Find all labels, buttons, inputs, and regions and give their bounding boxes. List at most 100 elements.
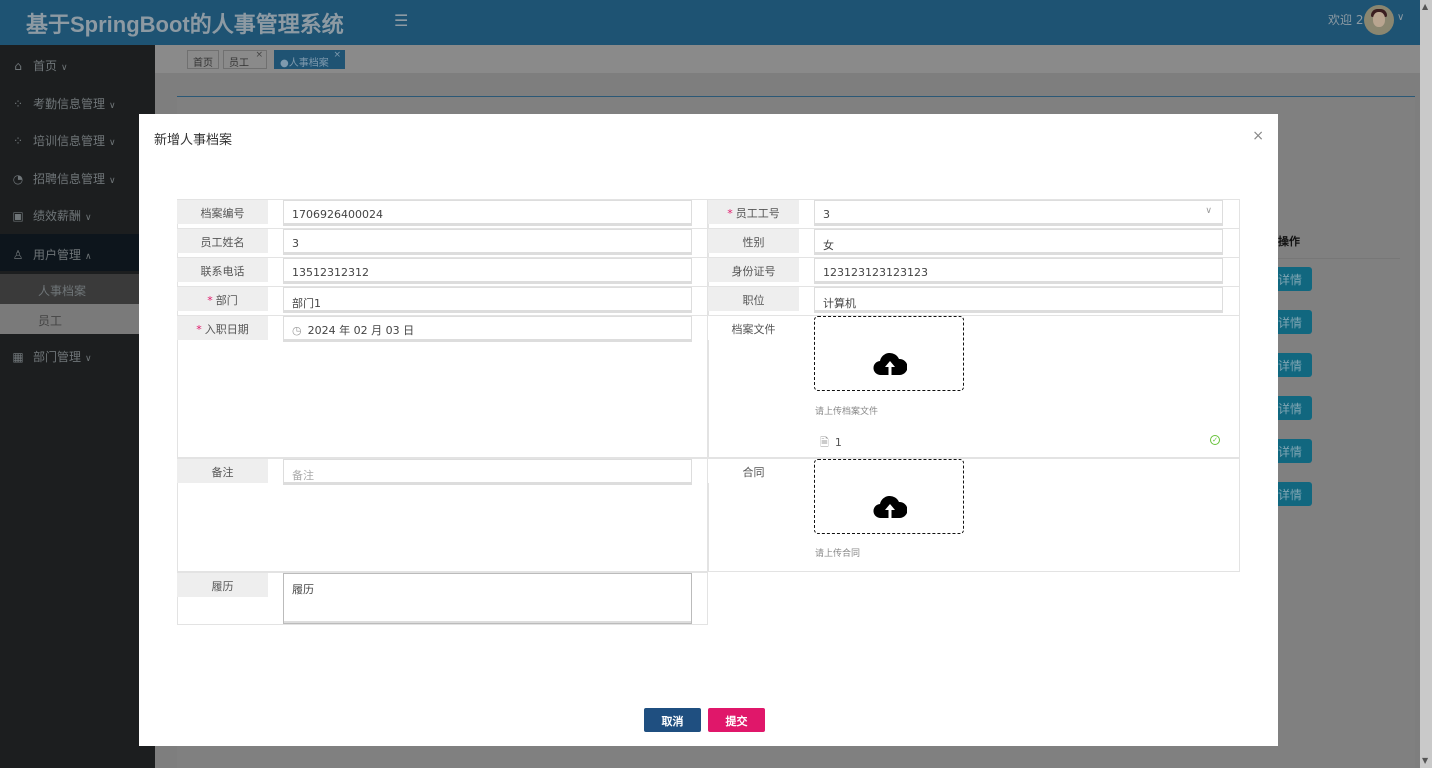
label-archive-file: 档案文件	[708, 316, 799, 340]
success-check-icon: ✓	[1210, 435, 1220, 445]
chevron-down-icon: ∨	[109, 176, 116, 186]
avatar[interactable]	[1364, 5, 1394, 35]
top-header: 基于SpringBoot的人事管理系统 ☰ 欢迎 2 ∨	[0, 0, 1420, 45]
sidebar-item-attendance[interactable]: ⁘ 考勤信息管理 ∨	[0, 83, 155, 120]
archive-file-upload[interactable]	[814, 316, 964, 391]
detail-button[interactable]: 详情	[1272, 310, 1312, 334]
chevron-down-icon: ∨	[85, 213, 92, 223]
label-department: * 部门	[177, 287, 268, 311]
sidebar-subitem-employee[interactable]: 员工	[0, 304, 155, 334]
uploaded-file-item[interactable]: 🗎 1	[820, 434, 842, 453]
label-gender: 性别	[708, 229, 799, 253]
department-input[interactable]: 部门1	[283, 287, 692, 313]
tab-archive[interactable]: ●人事档案 ×	[274, 50, 345, 69]
menu-label: 考勤信息管理	[33, 97, 106, 111]
label-remark: 备注	[177, 459, 268, 483]
detail-button[interactable]: 详情	[1272, 482, 1312, 506]
welcome-text: 欢迎 2	[1328, 13, 1364, 27]
menu-toggle-icon[interactable]: ☰	[394, 11, 408, 30]
detail-button[interactable]: 详情	[1272, 353, 1312, 377]
menu-label: 部门管理	[33, 350, 82, 364]
grid-icon: ⁘	[12, 134, 24, 148]
label-position: 职位	[708, 287, 799, 311]
sidebar-item-performance[interactable]: ▣ 绩效薪酬 ∨	[0, 195, 155, 232]
chevron-down-icon: ∨	[61, 63, 68, 73]
archive-no-input[interactable]: 1706926400024	[283, 200, 692, 226]
position-input[interactable]: 计算机	[814, 287, 1223, 313]
label-phone: 联系电话	[177, 258, 268, 282]
menu-label: 绩效薪酬	[33, 209, 82, 223]
date-value: 2024 年 02 月 03 日	[307, 324, 415, 337]
employee-no-select[interactable]: 3 ∨	[814, 200, 1223, 226]
sidebar-item-user-management[interactable]: ♙ 用户管理 ∧	[0, 234, 155, 271]
app-title: 基于SpringBoot的人事管理系统	[26, 12, 344, 37]
column-header-operation: 操作	[1278, 235, 1300, 248]
menu-label: 首页	[33, 59, 58, 73]
close-icon[interactable]: ×	[1252, 128, 1264, 144]
apps-icon: ▦	[12, 350, 24, 364]
detail-button[interactable]: 详情	[1272, 267, 1312, 291]
chevron-down-icon: ∨	[109, 101, 116, 111]
gender-input[interactable]: 女	[814, 229, 1223, 255]
label-employee-no: * 员工工号	[708, 200, 799, 224]
close-icon[interactable]: ×	[333, 50, 341, 60]
cancel-button[interactable]: 取消	[644, 708, 701, 732]
tab-label: 员工	[229, 58, 249, 69]
tab-label: ●人事档案	[280, 58, 329, 69]
scroll-up-arrow-icon[interactable]: ▲	[1422, 2, 1428, 11]
label-id-card: 身份证号	[708, 258, 799, 282]
label-archive-no: 档案编号	[177, 200, 268, 224]
row-divider	[1278, 258, 1400, 259]
scrollbar[interactable]	[1420, 0, 1432, 768]
dashboard-icon: ◔	[12, 172, 24, 186]
sidebar-item-home[interactable]: ⌂ 首页 ∨	[0, 45, 155, 82]
sidebar-subitem-archive[interactable]: 人事档案	[0, 274, 155, 304]
sidebar-item-department[interactable]: ▦ 部门管理 ∨	[0, 336, 155, 373]
grid-icon: ⁘	[12, 97, 24, 111]
chevron-up-icon: ∧	[85, 252, 92, 262]
submit-button[interactable]: 提交	[708, 708, 765, 732]
archive-file-hint: 请上传档案文件	[815, 407, 879, 417]
contract-hint: 请上传合同	[815, 549, 861, 559]
chevron-down-icon[interactable]: ∨	[1397, 12, 1404, 23]
label-contract: 合同	[708, 459, 799, 483]
label-text: 部门	[215, 294, 238, 307]
tab-bar: 首页 员工 × ●人事档案 ×	[155, 45, 1420, 73]
select-value: 3	[823, 208, 830, 221]
sidebar: ⌂ 首页 ∨ ⁘ 考勤信息管理 ∨ ⁘ 培训信息管理 ∨ ◔ 招聘信息管理 ∨ ▣ 绩效薪酬 ∨ ♙…	[0, 45, 155, 768]
home-icon: ⌂	[14, 59, 22, 73]
detail-button[interactable]: 详情	[1272, 439, 1312, 463]
badge-icon: ▣	[12, 209, 24, 223]
close-icon[interactable]: ×	[255, 50, 263, 60]
label-employee-name: 员工姓名	[177, 229, 268, 253]
sidebar-item-recruitment[interactable]: ◔ 招聘信息管理 ∨	[0, 158, 155, 195]
tab-home[interactable]: 首页	[187, 50, 219, 69]
contract-upload[interactable]	[814, 459, 964, 534]
id-card-input[interactable]: 123123123123123	[814, 258, 1223, 284]
cloud-upload-icon	[873, 495, 907, 519]
scroll-down-arrow-icon[interactable]: ▼	[1422, 756, 1428, 765]
phone-input[interactable]: 13512312312	[283, 258, 692, 284]
chevron-down-icon: ∨	[1205, 206, 1212, 216]
dialog-title: 新增人事档案	[154, 133, 233, 148]
detail-button[interactable]: 详情	[1272, 396, 1312, 420]
chevron-down-icon: ∨	[109, 138, 116, 148]
label-text: 入职日期	[204, 323, 249, 336]
menu-label: 培训信息管理	[33, 134, 106, 148]
menu-label: 用户管理	[33, 248, 82, 262]
remark-input[interactable]: 备注	[283, 459, 692, 485]
label-resume: 履历	[177, 573, 268, 597]
hire-date-picker[interactable]: ◷ 2024 年 02 月 03 日	[283, 316, 692, 342]
employee-name-input[interactable]: 3	[283, 229, 692, 255]
sidebar-item-training[interactable]: ⁘ 培训信息管理 ∨	[0, 120, 155, 157]
label-hire-date: * 入职日期	[177, 316, 268, 340]
cloud-upload-icon	[873, 352, 907, 376]
resume-textarea[interactable]: 履历	[283, 573, 692, 624]
chevron-down-icon: ∨	[85, 354, 92, 364]
label-text: 员工工号	[735, 207, 780, 220]
add-archive-dialog: 新增人事档案 × 档案编号 1706926400024 员工姓名 3 联系电话 …	[139, 114, 1278, 746]
user-icon: ♙	[12, 248, 24, 262]
menu-label: 招聘信息管理	[33, 172, 106, 186]
tab-employee[interactable]: 员工 ×	[223, 50, 267, 69]
file-name: 1	[834, 436, 842, 449]
